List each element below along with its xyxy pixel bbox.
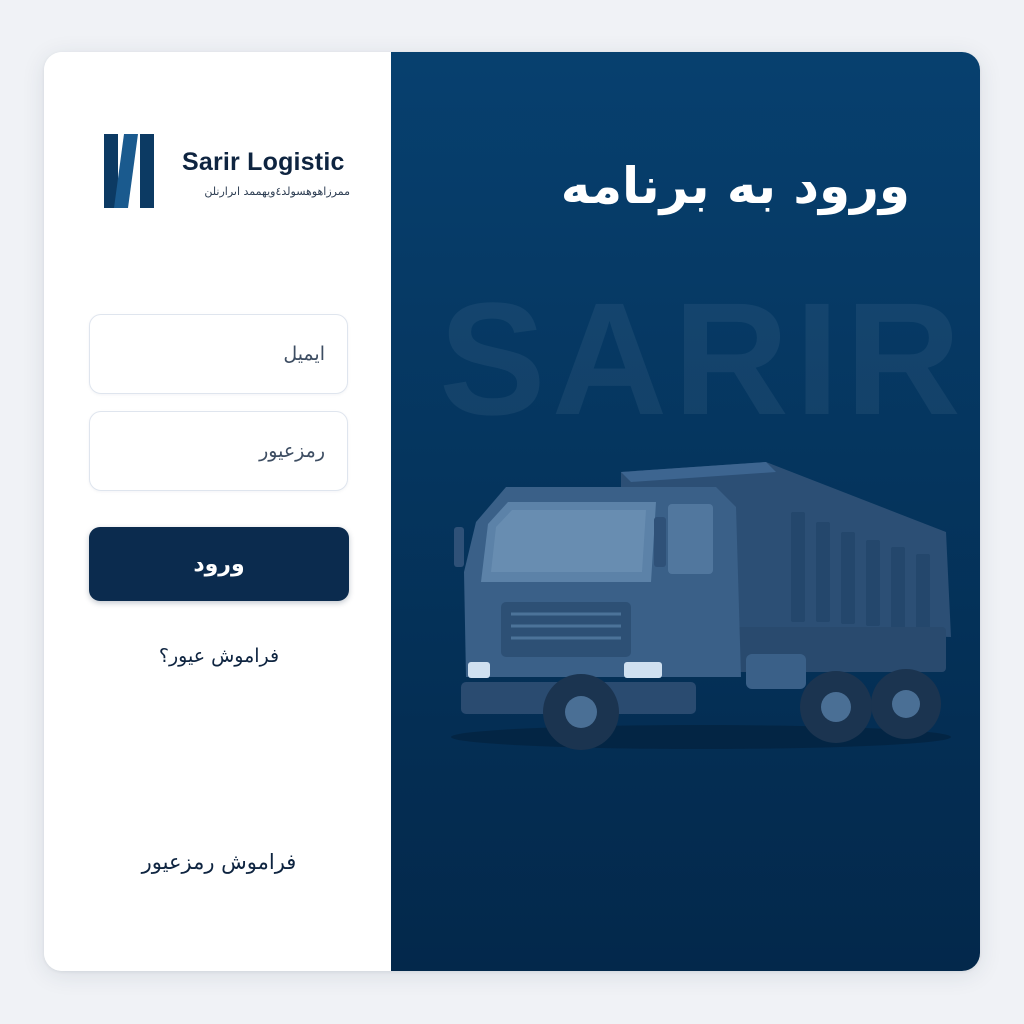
dump-truck-icon: [451, 462, 951, 750]
forgot-password-link[interactable]: فراموش عیور؟: [89, 645, 349, 667]
brand-name: Sarir Logistic: [182, 148, 345, 176]
password-field[interactable]: [89, 411, 348, 491]
brand-logo-icon: [104, 134, 154, 208]
hero-title: ورود به برنامه: [560, 157, 910, 215]
hero-watermark: SARIR: [439, 269, 967, 448]
brand-tagline: ممرزاهوهسولد٤ويهممد اىرارنلن: [204, 185, 350, 198]
hero-panel: SARIR ورود به برنامه: [391, 52, 980, 971]
forgot-password-footer-link[interactable]: فراموش رمزعیور: [89, 850, 349, 874]
login-card: Sarir Logistic ممرزاهوهسولد٤ويهممد اىرار…: [44, 52, 980, 971]
login-button[interactable]: ورود: [89, 527, 349, 601]
login-panel: Sarir Logistic ممرزاهوهسولد٤ويهممد اىرار…: [44, 52, 391, 971]
email-field[interactable]: [89, 314, 348, 394]
